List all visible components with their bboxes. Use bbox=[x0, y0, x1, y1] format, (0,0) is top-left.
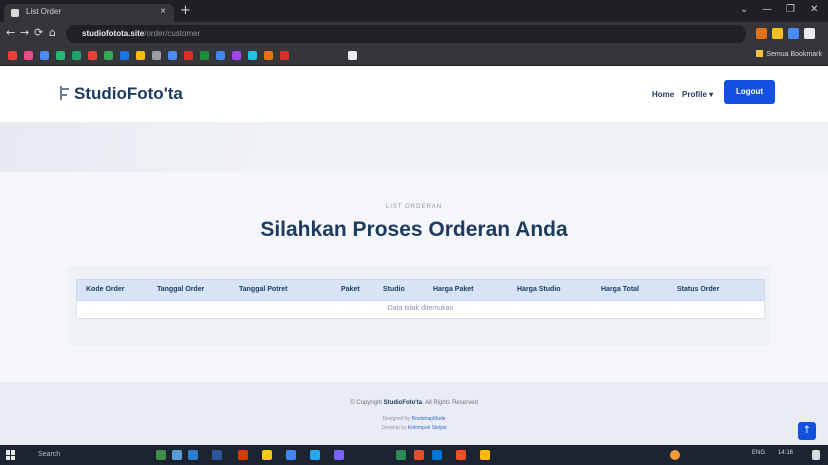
tray-language[interactable]: ENG bbox=[752, 450, 765, 456]
order-table-card: Kode Order Tanggal Order Tanggal Potret … bbox=[68, 266, 770, 346]
table-row: Data tidak ditemukan bbox=[76, 301, 765, 319]
bookmark-icon[interactable] bbox=[40, 51, 49, 60]
taskbar-app-icon[interactable] bbox=[480, 450, 490, 460]
taskbar-search[interactable]: Search bbox=[28, 448, 148, 462]
copyright-text: © Copyright StudioFoto'ta. All Rights Re… bbox=[350, 400, 478, 406]
minimize-button[interactable]: — bbox=[762, 4, 772, 15]
bookmark-icon[interactable] bbox=[120, 51, 129, 60]
table-header-row: Kode Order Tanggal Order Tanggal Potret … bbox=[76, 279, 765, 301]
folder-icon bbox=[756, 50, 764, 57]
site-logo[interactable]: StudioFoto'ta bbox=[60, 84, 183, 104]
os-taskbar: Search ENG 14:16 bbox=[0, 445, 828, 465]
taskbar-app-icon[interactable] bbox=[262, 450, 272, 460]
bookmark-icon[interactable] bbox=[264, 51, 273, 60]
logo-mark-icon bbox=[60, 86, 70, 100]
weather-icon[interactable] bbox=[670, 450, 680, 460]
column-header: Status Order bbox=[677, 286, 720, 293]
taskbar-app-icon[interactable] bbox=[156, 450, 166, 460]
column-header: Harga Studio bbox=[517, 286, 561, 293]
maximize-button[interactable]: ❐ bbox=[786, 4, 795, 15]
tab-title: List Order bbox=[26, 7, 62, 16]
bookmark-icon[interactable] bbox=[184, 51, 193, 60]
section-eyebrow: LIST ORDERAN bbox=[385, 204, 443, 210]
designed-by-text: Designed by BootstrapMade bbox=[382, 416, 446, 422]
bookmark-icon[interactable] bbox=[200, 51, 209, 60]
tab-close-icon[interactable]: × bbox=[160, 6, 166, 17]
extension-icon[interactable] bbox=[756, 28, 767, 39]
page-title: Silahkan Proses Orderan Anda bbox=[260, 218, 568, 241]
tray-clock[interactable]: 14:16 bbox=[778, 450, 793, 456]
notification-icon[interactable] bbox=[812, 450, 820, 460]
developer-link[interactable]: Kelompok Skripsi bbox=[408, 425, 447, 431]
bookmark-icon[interactable] bbox=[8, 51, 17, 60]
address-bar[interactable]: studiofotota.site/order/customer bbox=[66, 25, 746, 43]
all-bookmarks-link[interactable]: Semua Bookmark bbox=[756, 50, 822, 58]
bookmark-icon[interactable] bbox=[56, 51, 65, 60]
back-icon[interactable]: ← bbox=[6, 26, 15, 39]
taskbar-app-icon[interactable] bbox=[172, 450, 182, 460]
bookmark-icon[interactable] bbox=[136, 51, 145, 60]
nav-profile-dropdown[interactable]: Profile ▾ bbox=[682, 90, 713, 99]
browser-tab[interactable]: List Order × bbox=[4, 4, 174, 22]
designer-link[interactable]: BootstrapMade bbox=[412, 416, 446, 422]
extension-icon[interactable] bbox=[788, 28, 799, 39]
column-header: Paket bbox=[341, 286, 360, 293]
hero-banner bbox=[0, 122, 828, 172]
logout-button[interactable]: Logout bbox=[724, 80, 775, 104]
bookmark-icon[interactable] bbox=[152, 51, 161, 60]
browser-toolbar: ← → ⟳ ⌂ studiofotota.site/order/customer bbox=[0, 22, 828, 46]
column-header: Kode Order bbox=[86, 286, 125, 293]
bookmark-icon[interactable] bbox=[72, 51, 81, 60]
new-tab-button[interactable]: + bbox=[180, 3, 191, 18]
back-to-top-button[interactable]: ↑ bbox=[798, 422, 816, 440]
taskbar-app-icon[interactable] bbox=[238, 450, 248, 460]
bookmark-icon[interactable] bbox=[88, 51, 97, 60]
taskbar-app-icon[interactable] bbox=[212, 450, 222, 460]
bookmark-icon[interactable] bbox=[216, 51, 225, 60]
bookmark-icon[interactable] bbox=[232, 51, 241, 60]
tab-favicon-icon bbox=[11, 9, 19, 17]
tab-search-icon[interactable]: ⌄ bbox=[740, 4, 748, 15]
footer-brand: StudioFoto'ta bbox=[383, 400, 423, 406]
site-header: StudioFoto'ta Home Profile ▾ Logout bbox=[0, 66, 828, 122]
column-header: Harga Paket bbox=[433, 286, 474, 293]
url-text: studiofotota.site/order/customer bbox=[82, 29, 201, 38]
column-header: Harga Total bbox=[601, 286, 639, 293]
nav-home-link[interactable]: Home bbox=[652, 90, 674, 99]
windows-start-icon[interactable] bbox=[6, 450, 16, 460]
taskbar-app-icon[interactable] bbox=[334, 450, 344, 460]
column-header: Studio bbox=[383, 286, 405, 293]
column-header: Tanggal Order bbox=[157, 286, 205, 293]
bookmark-icon[interactable] bbox=[104, 51, 113, 60]
browser-tabbar: List Order × + ⌄ — ❐ ✕ bbox=[0, 0, 828, 22]
bookmark-icon[interactable] bbox=[248, 51, 257, 60]
taskbar-app-icon[interactable] bbox=[432, 450, 442, 460]
taskbar-app-icon[interactable] bbox=[286, 450, 296, 460]
extension-icon[interactable] bbox=[772, 28, 783, 39]
hero-decoration bbox=[0, 122, 290, 172]
taskbar-app-icon[interactable] bbox=[188, 450, 198, 460]
close-window-button[interactable]: ✕ bbox=[810, 4, 818, 15]
taskbar-app-icon[interactable] bbox=[396, 450, 406, 460]
forward-icon[interactable]: → bbox=[20, 26, 29, 39]
taskbar-app-icon[interactable] bbox=[414, 450, 424, 460]
taskbar-app-icon[interactable] bbox=[456, 450, 466, 460]
bookmark-icon[interactable] bbox=[168, 51, 177, 60]
bookmark-icon[interactable] bbox=[348, 51, 357, 60]
profile-icon[interactable] bbox=[804, 28, 815, 39]
home-icon[interactable]: ⌂ bbox=[49, 26, 56, 39]
empty-table-message: Data tidak ditemukan bbox=[387, 305, 454, 312]
developed-by-text: Develop by Kelompok Skripsi bbox=[381, 425, 447, 431]
bookmark-icon[interactable] bbox=[280, 51, 289, 60]
site-footer: © Copyright StudioFoto'ta. All Rights Re… bbox=[0, 382, 828, 445]
taskbar-app-icon[interactable] bbox=[310, 450, 320, 460]
bookmark-icon[interactable] bbox=[24, 51, 33, 60]
column-header: Tanggal Potret bbox=[239, 286, 288, 293]
bookmarks-bar: Semua Bookmark bbox=[0, 46, 828, 66]
order-table: Kode Order Tanggal Order Tanggal Potret … bbox=[76, 279, 765, 319]
reload-icon[interactable]: ⟳ bbox=[34, 26, 43, 39]
logo-text: StudioFoto'ta bbox=[74, 84, 183, 103]
